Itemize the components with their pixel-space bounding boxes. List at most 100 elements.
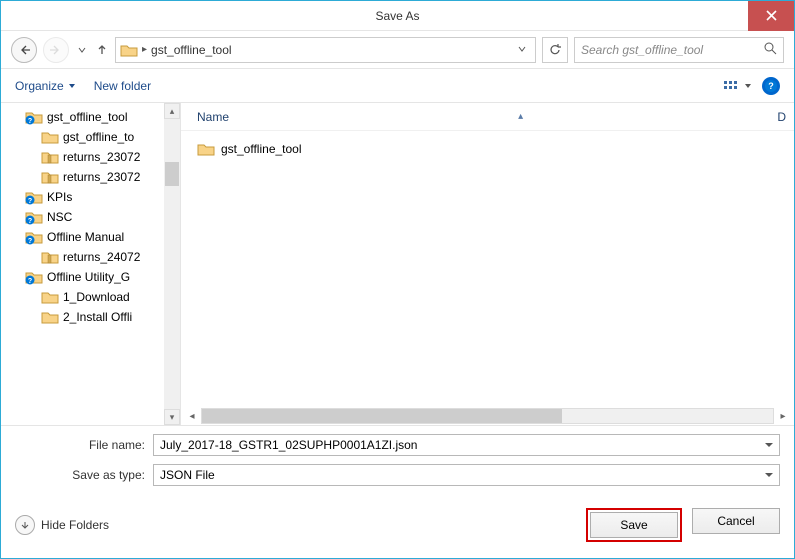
tree-item-label: returns_23072 [63, 170, 140, 184]
filename-input[interactable] [153, 434, 780, 456]
help-folder-icon: ? [25, 229, 43, 245]
scroll-up-arrow[interactable]: ▴ [164, 103, 180, 119]
recent-dropdown[interactable] [75, 39, 89, 61]
save-form: File name: Save as type: JSON File [1, 426, 794, 494]
nav-toolbar: ▸ gst_offline_tool Search gst_offline_to… [1, 31, 794, 69]
refresh-icon [548, 43, 562, 57]
close-button[interactable] [748, 1, 794, 31]
tree-item[interactable]: 2_Install Offli [1, 307, 180, 327]
zip-icon [41, 169, 59, 185]
help-folder-icon: ? [25, 209, 43, 225]
svg-text:?: ? [768, 81, 774, 91]
svg-text:?: ? [28, 278, 32, 285]
save-label: Save [620, 518, 647, 532]
tree-item-label: gst_offline_to [63, 130, 134, 144]
tree-item-label: 1_Download [63, 290, 130, 304]
tree-item[interactable]: returns_24072 [1, 247, 180, 267]
folder-icon [41, 309, 59, 325]
search-icon [763, 41, 777, 58]
tree-scrollbar[interactable]: ▴ ▾ [164, 103, 180, 425]
help-folder-icon: ? [25, 269, 43, 285]
file-list[interactable]: gst_offline_tool [181, 131, 794, 407]
savetype-label: Save as type: [41, 468, 153, 482]
folder-icon [41, 129, 59, 145]
folder-icon [41, 289, 59, 305]
help-button[interactable]: ? [762, 77, 780, 95]
search-placeholder: Search gst_offline_tool [581, 43, 763, 57]
organize-menu[interactable]: Organize [15, 79, 76, 93]
forward-button[interactable] [43, 37, 69, 63]
filename-field[interactable] [160, 438, 773, 452]
up-button[interactable] [95, 39, 109, 61]
arrow-up-icon [96, 44, 108, 56]
breadcrumb-current: gst_offline_tool [151, 43, 232, 57]
chevron-down-icon [744, 82, 752, 90]
folder-icon [120, 43, 138, 57]
tree-item[interactable]: ? KPIs [1, 187, 180, 207]
tree-item-label: gst_offline_tool [47, 110, 128, 124]
tree-item-label: Offline Manual [47, 230, 124, 244]
save-button-highlight: Save [586, 508, 682, 542]
back-button[interactable] [11, 37, 37, 63]
tree-item[interactable]: gst_offline_to [1, 127, 180, 147]
view-icon [724, 80, 740, 92]
help-folder-icon: ? [25, 109, 43, 125]
chevron-down-icon [68, 82, 76, 90]
organize-label: Organize [15, 79, 64, 93]
tree-item-label: 2_Install Offli [63, 310, 132, 324]
savetype-select[interactable]: JSON File [153, 464, 780, 486]
close-icon [766, 10, 777, 21]
cancel-label: Cancel [717, 514, 754, 528]
hide-folders-label: Hide Folders [41, 518, 109, 532]
hide-folders-button[interactable]: Hide Folders [15, 515, 109, 535]
file-list-pane: Name ▴ D gst_offline_tool ◂ ▸ [181, 103, 794, 425]
list-hscroll[interactable]: ◂ ▸ [181, 407, 794, 425]
zip-icon [41, 249, 59, 265]
list-item[interactable]: gst_offline_tool [193, 139, 794, 159]
column-name[interactable]: Name [197, 110, 764, 124]
help-folder-icon: ? [25, 189, 43, 205]
cancel-button[interactable]: Cancel [692, 508, 780, 534]
tree-item[interactable]: returns_23072 [1, 147, 180, 167]
scroll-right-arrow[interactable]: ▸ [774, 408, 792, 424]
tree-item[interactable]: ? Offline Manual [1, 227, 180, 247]
list-item-label: gst_offline_tool [221, 142, 302, 156]
tree-item-label: Offline Utility_G [47, 270, 130, 284]
svg-text:?: ? [28, 238, 32, 245]
list-header[interactable]: Name ▴ D [181, 103, 794, 131]
column-date[interactable]: D [764, 110, 794, 124]
new-folder-button[interactable]: New folder [94, 79, 151, 93]
folder-tree[interactable]: ? gst_offline_tool gst_offline_to returns_2… [1, 103, 181, 425]
tree-item[interactable]: 1_Download [1, 287, 180, 307]
tree-item[interactable]: ? Offline Utility_G [1, 267, 180, 287]
arrow-right-icon [50, 44, 62, 56]
save-button[interactable]: Save [590, 512, 678, 538]
collapse-icon [15, 515, 35, 535]
chevron-right-icon: ▸ [142, 44, 147, 55]
scroll-down-arrow[interactable]: ▾ [164, 409, 180, 425]
tree-item-label: NSC [47, 210, 72, 224]
window-title: Save As [375, 9, 419, 23]
scroll-left-arrow[interactable]: ◂ [183, 408, 201, 424]
tree-item[interactable]: returns_23072 [1, 167, 180, 187]
svg-text:?: ? [28, 218, 32, 225]
dialog-footer: Hide Folders Save Cancel [1, 494, 794, 558]
chevron-down-icon [517, 44, 527, 54]
tree-item-label: returns_23072 [63, 150, 140, 164]
refresh-button[interactable] [542, 37, 568, 63]
view-options-button[interactable] [724, 80, 752, 92]
address-dropdown[interactable] [513, 43, 531, 57]
search-input[interactable]: Search gst_offline_tool [574, 37, 784, 63]
tree-item[interactable]: ? NSC [1, 207, 180, 227]
svg-text:?: ? [28, 118, 32, 125]
titlebar: Save As [1, 1, 794, 31]
tree-item-label: KPIs [47, 190, 72, 204]
address-bar[interactable]: ▸ gst_offline_tool [115, 37, 536, 63]
chevron-down-icon [78, 46, 86, 54]
tree-item-label: returns_24072 [63, 250, 140, 264]
folder-icon [197, 142, 215, 156]
filename-label: File name: [41, 438, 153, 452]
tree-item[interactable]: ? gst_offline_tool [1, 107, 180, 127]
svg-text:?: ? [28, 198, 32, 205]
command-bar: Organize New folder ? [1, 69, 794, 103]
